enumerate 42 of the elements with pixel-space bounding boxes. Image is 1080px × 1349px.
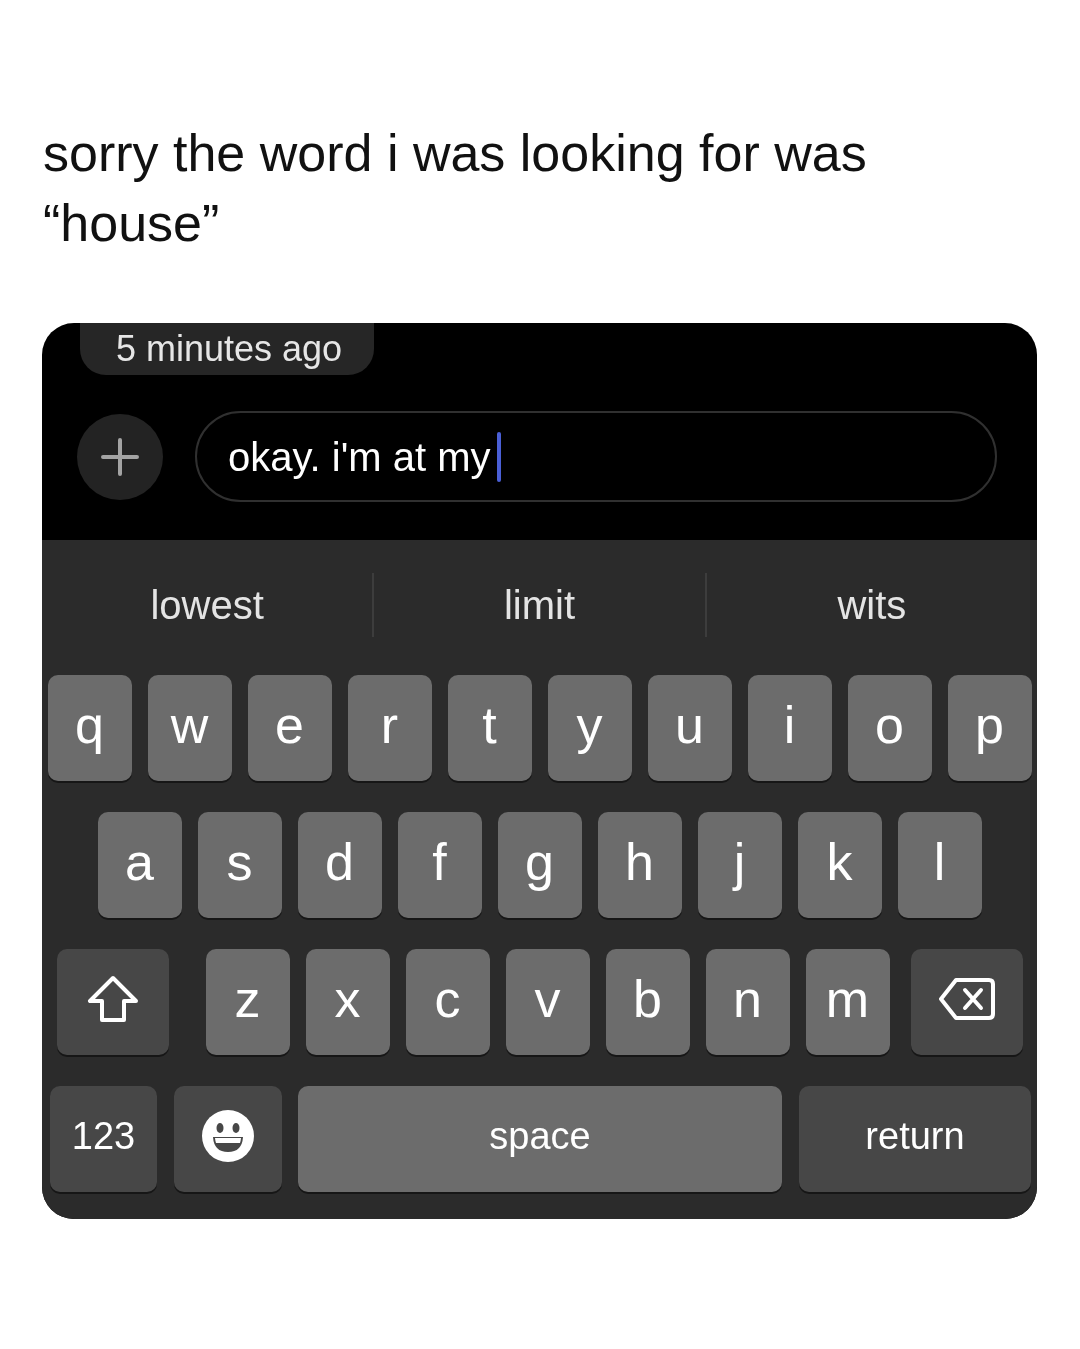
letter-key[interactable]: x — [305, 949, 390, 1055]
emoji-key[interactable] — [174, 1086, 282, 1192]
letter-key[interactable]: r — [347, 675, 432, 781]
letter-key[interactable]: b — [605, 949, 690, 1055]
letter-key[interactable]: i — [747, 675, 832, 781]
shift-icon — [86, 975, 139, 1023]
letter-key[interactable]: f — [397, 812, 482, 918]
space-key[interactable]: space — [298, 1086, 782, 1192]
letter-key[interactable]: e — [247, 675, 332, 781]
letter-key[interactable]: t — [447, 675, 532, 781]
letter-key[interactable]: z — [205, 949, 290, 1055]
return-key[interactable]: return — [799, 1086, 1031, 1192]
numbers-key[interactable]: 123 — [50, 1086, 157, 1192]
letter-key[interactable]: s — [197, 812, 282, 918]
letter-key[interactable]: y — [547, 675, 632, 781]
letter-key[interactable]: u — [647, 675, 732, 781]
backspace-key[interactable] — [910, 949, 1023, 1055]
emoji-icon — [202, 1110, 254, 1162]
letter-key[interactable]: d — [297, 812, 382, 918]
message-field[interactable]: okay. i'm at my — [195, 411, 997, 502]
letter-key[interactable]: k — [797, 812, 882, 918]
letter-key[interactable]: a — [97, 812, 182, 918]
letter-key[interactable]: p — [947, 675, 1032, 781]
suggestion-item[interactable]: lowest — [150, 581, 264, 629]
letter-key[interactable]: n — [705, 949, 790, 1055]
backspace-icon — [937, 977, 996, 1021]
plus-icon — [101, 437, 139, 476]
suggestion-item[interactable]: wits — [837, 581, 907, 629]
letter-key[interactable]: j — [697, 812, 782, 918]
letter-key[interactable]: g — [497, 812, 582, 918]
letter-key[interactable]: q — [47, 675, 132, 781]
letter-key[interactable]: l — [897, 812, 982, 918]
shift-key[interactable] — [56, 949, 169, 1055]
letter-key[interactable]: c — [405, 949, 490, 1055]
letter-key[interactable]: v — [505, 949, 590, 1055]
letter-key[interactable]: h — [597, 812, 682, 918]
suggestion-item[interactable]: limit — [503, 581, 576, 629]
letter-key[interactable]: m — [805, 949, 890, 1055]
message-bubble: 5 minutes ago — [80, 323, 375, 375]
letter-key[interactable]: w — [147, 675, 232, 781]
caption-text: sorry the word i was looking for was “house” — [43, 123, 868, 254]
letter-key[interactable]: o — [847, 675, 932, 781]
